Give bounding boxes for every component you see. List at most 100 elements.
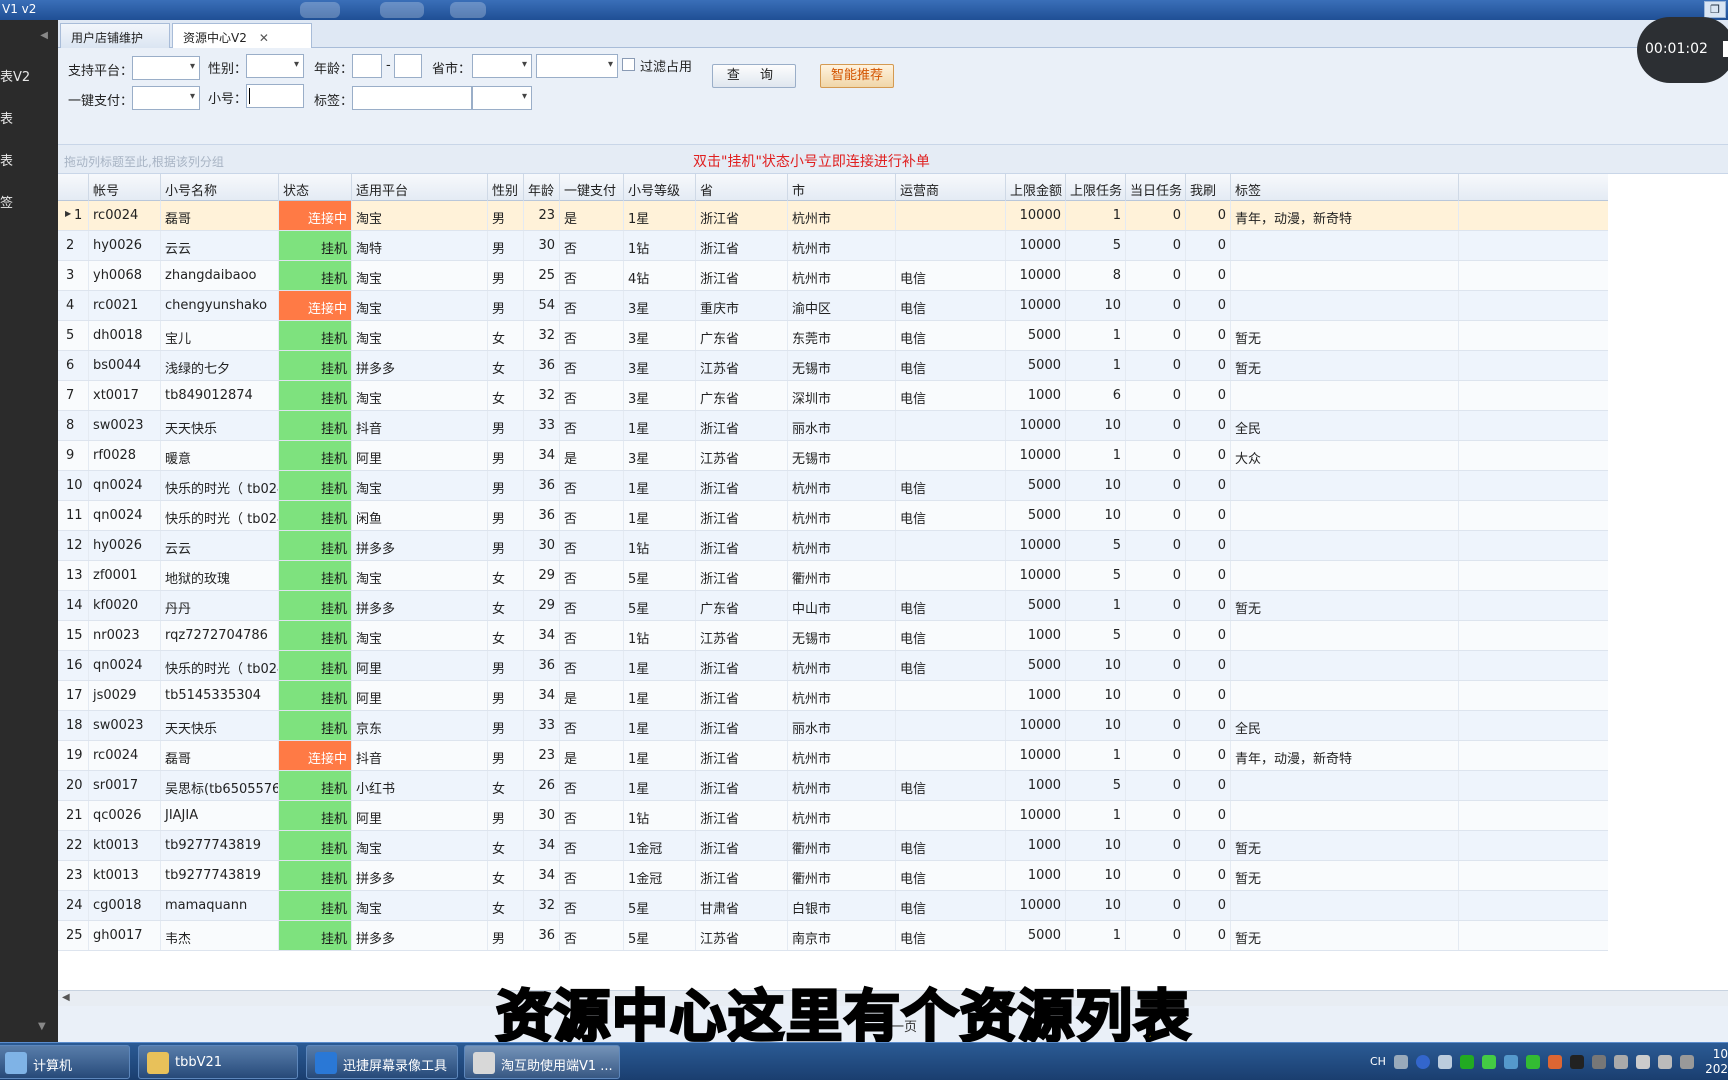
table-row[interactable]: 16qn0024快乐的时光（ tb024...挂机阿里男36否1星浙江省杭州市电… bbox=[58, 651, 1608, 681]
table-row[interactable]: 3 yh0068 zhangdaibaoo 挂机 淘宝男 25 否 4钻 浙江省 杭州市 电信 100… bbox=[58, 261, 1608, 291]
flag-icon[interactable] bbox=[1592, 1055, 1606, 1069]
cell-status[interactable]: 挂机 bbox=[279, 831, 352, 860]
city-select[interactable] bbox=[536, 54, 618, 78]
table-row[interactable]: 8 sw0023 天天快乐 挂机 抖音男 33 否 1星 浙江省 丽水市 10000 10 0 0 全民 bbox=[58, 411, 1608, 441]
cell-status[interactable]: 挂机 bbox=[279, 681, 352, 710]
cell-status[interactable]: 挂机 bbox=[279, 321, 352, 350]
battery-icon[interactable] bbox=[1680, 1055, 1694, 1069]
scroll-left-icon[interactable]: ◀ bbox=[62, 992, 70, 1003]
cell-status[interactable]: 挂机 bbox=[279, 411, 352, 440]
window-restore-button[interactable]: ❐ bbox=[1704, 1, 1726, 18]
cell-status[interactable]: 挂机 bbox=[279, 561, 352, 590]
close-icon[interactable]: ✕ bbox=[259, 31, 269, 45]
table-row[interactable]: 10qn0024快乐的时光（ tb024...挂机淘宝男36否1星浙江省杭州市电… bbox=[58, 471, 1608, 501]
cell-status[interactable]: 挂机 bbox=[279, 891, 352, 920]
col-province-header[interactable]: 省 bbox=[696, 174, 788, 201]
wechat-icon[interactable] bbox=[1482, 1055, 1496, 1069]
app-tray-icon[interactable] bbox=[1548, 1055, 1562, 1069]
recording-timer[interactable]: 00:01:02 bbox=[1637, 17, 1728, 83]
clock[interactable]: 10 202 bbox=[1705, 1047, 1728, 1077]
col-level-header[interactable]: 小号等级 bbox=[624, 174, 696, 201]
table-row[interactable]: 24 cg0018 mamaquann 挂机 淘宝女 32 否 5星 甘肃省 白银市 电信 10000… bbox=[58, 891, 1608, 921]
cell-status[interactable]: 连接中 bbox=[279, 741, 352, 770]
gender-select[interactable] bbox=[246, 54, 304, 78]
col-mine-header[interactable]: 我刷 bbox=[1186, 174, 1231, 201]
cell-status[interactable]: 挂机 bbox=[279, 771, 352, 800]
nav-item[interactable]: 表V2 bbox=[0, 66, 30, 85]
account-input[interactable] bbox=[246, 84, 304, 108]
nav-item[interactable]: 表 bbox=[0, 150, 13, 169]
table-row[interactable]: 23 kt0013 tb9277743819 挂机 拼多多女 34 否 1金冠 浙江省 衢州市 电信… bbox=[58, 861, 1608, 891]
tag-mode-select[interactable] bbox=[472, 86, 532, 110]
col-sub-name-header[interactable]: 小号名称 bbox=[161, 174, 279, 201]
table-row[interactable]: 2 hy0026 云云 挂机 淘特男 30 否 1钻 浙江省 杭州市 10000 5 0 0 bbox=[58, 231, 1608, 261]
cell-status[interactable]: 挂机 bbox=[279, 711, 352, 740]
collapse-arrow-icon[interactable]: ◀ bbox=[40, 30, 48, 41]
cell-status[interactable]: 挂机 bbox=[279, 381, 352, 410]
volume-icon[interactable] bbox=[1636, 1055, 1650, 1069]
table-row[interactable]: 4 rc0021 chengyunshako 连接中 淘宝男 54 否 3星 重庆市 渝中区 电信 1… bbox=[58, 291, 1608, 321]
cell-status[interactable]: 挂机 bbox=[279, 441, 352, 470]
checkmark-icon[interactable] bbox=[1460, 1055, 1474, 1069]
col-onekey-pay-header[interactable]: 一键支付 bbox=[560, 174, 624, 201]
col-city-header[interactable]: 市 bbox=[788, 174, 896, 201]
col-limit-task-header[interactable]: 上限任务 bbox=[1066, 174, 1126, 201]
col-gender-header[interactable]: 性别 bbox=[488, 174, 524, 201]
table-row[interactable]: 6 bs0044 浅绿的七夕 挂机 拼多多女 36 否 3星 江苏省 无锡市 电信 5000 1 0 0 暂无 bbox=[58, 351, 1608, 381]
table-row[interactable]: 1 rc0024 磊哥 连接中 淘宝男 23 是 1星 浙江省 杭州市 10000 1 0 0 青年，动漫，… bbox=[58, 201, 1608, 231]
table-row[interactable]: 20sr0017吴思标(tb650557615)挂机小红书女26否1星浙江省杭州… bbox=[58, 771, 1608, 801]
keyboard-icon[interactable] bbox=[1394, 1055, 1408, 1069]
table-row[interactable]: 12 hy0026 云云 挂机 拼多多男 30 否 1钻 浙江省 杭州市 10000 5 0 0 bbox=[58, 531, 1608, 561]
table-row[interactable]: 22 kt0013 tb9277743819 挂机 淘宝女 34 否 1金冠 浙江省 衢州市 电信 1… bbox=[58, 831, 1608, 861]
cell-status[interactable]: 挂机 bbox=[279, 261, 352, 290]
cell-status[interactable]: 连接中 bbox=[279, 201, 352, 230]
platform-select[interactable] bbox=[132, 56, 200, 80]
col-row-indicator-header[interactable] bbox=[58, 174, 89, 201]
table-row[interactable]: 9 rf0028 暖意 挂机 阿里男 34 是 3星 江苏省 无锡市 10000 1 0 0 大众 bbox=[58, 441, 1608, 471]
cell-status[interactable]: 挂机 bbox=[279, 501, 352, 530]
tab-resource-center[interactable]: 资源中心V2 ✕ bbox=[172, 23, 312, 49]
table-row[interactable]: 13 zf0001 地狱的玫瑰 挂机 淘宝女 29 否 5星 浙江省 衢州市 10000 5 0 0 bbox=[58, 561, 1608, 591]
nav-item[interactable]: 签 bbox=[0, 192, 13, 211]
shield-icon[interactable] bbox=[1658, 1055, 1672, 1069]
task-client-app[interactable]: 淘互助使用端V1 ... bbox=[464, 1045, 620, 1079]
onekey-pay-select[interactable] bbox=[132, 86, 200, 110]
filter-occupied-checkbox[interactable] bbox=[622, 58, 635, 71]
task-folder[interactable]: tbbV21 bbox=[138, 1045, 298, 1079]
cell-status[interactable]: 挂机 bbox=[279, 801, 352, 830]
antivirus-icon[interactable] bbox=[1526, 1055, 1540, 1069]
table-row[interactable]: 18 sw0023 天天快乐 挂机 京东男 33 否 1星 浙江省 丽水市 10000 10 0 0 全民 bbox=[58, 711, 1608, 741]
cell-status[interactable]: 挂机 bbox=[279, 531, 352, 560]
network-icon[interactable] bbox=[1614, 1055, 1628, 1069]
col-isp-header[interactable]: 运营商 bbox=[896, 174, 1006, 201]
input-lang[interactable]: CH bbox=[1370, 1055, 1386, 1068]
table-row[interactable]: 7 xt0017 tb849012874 挂机 淘宝女 32 否 3星 广东省 深圳市 电信 1000… bbox=[58, 381, 1608, 411]
task-recorder[interactable]: 迅捷屏幕录像工具 bbox=[306, 1045, 458, 1079]
tab-user-store[interactable]: 用户店铺维护 bbox=[60, 23, 170, 48]
table-row[interactable]: 25 gh0017 韦杰 挂机 拼多多男 36 否 5星 江苏省 南京市 电信 5000 1 0 0 暂无 bbox=[58, 921, 1608, 951]
query-button[interactable]: 查 询 bbox=[712, 64, 796, 88]
cell-status[interactable]: 挂机 bbox=[279, 231, 352, 260]
settings-icon[interactable] bbox=[1438, 1055, 1452, 1069]
cell-status[interactable]: 挂机 bbox=[279, 651, 352, 680]
cell-status[interactable]: 挂机 bbox=[279, 861, 352, 890]
cell-status[interactable]: 挂机 bbox=[279, 921, 352, 950]
help-icon[interactable] bbox=[1416, 1055, 1430, 1069]
smart-recommend-button[interactable]: 智能推荐 bbox=[820, 64, 894, 88]
age-max-input[interactable] bbox=[394, 54, 422, 78]
scroll-down-icon[interactable]: ▼ bbox=[38, 1021, 46, 1032]
col-age-header[interactable]: 年龄 bbox=[524, 174, 560, 201]
cell-status[interactable]: 挂机 bbox=[279, 621, 352, 650]
province-select[interactable] bbox=[472, 54, 532, 78]
col-platform-header[interactable]: 适用平台 bbox=[352, 174, 488, 201]
recorder-tray-icon[interactable] bbox=[1570, 1055, 1584, 1069]
col-limit-amount-header[interactable]: 上限金额 bbox=[1006, 174, 1066, 201]
display-icon[interactable] bbox=[1504, 1055, 1518, 1069]
tag-input[interactable] bbox=[352, 86, 472, 110]
table-row[interactable]: 5 dh0018 宝儿 挂机 淘宝女 32 否 3星 广东省 东莞市 电信 5000 1 0 0 暂无 bbox=[58, 321, 1608, 351]
col-today-task-header[interactable]: 当日任务 bbox=[1126, 174, 1186, 201]
cell-status[interactable]: 连接中 bbox=[279, 291, 352, 320]
task-computer[interactable]: 计算机 bbox=[0, 1045, 130, 1079]
col-status-header[interactable]: 状态 bbox=[279, 174, 352, 201]
table-row[interactable]: 17 js0029 tb5145335304 挂机 阿里男 34 是 1星 浙江省 杭州市 1000… bbox=[58, 681, 1608, 711]
